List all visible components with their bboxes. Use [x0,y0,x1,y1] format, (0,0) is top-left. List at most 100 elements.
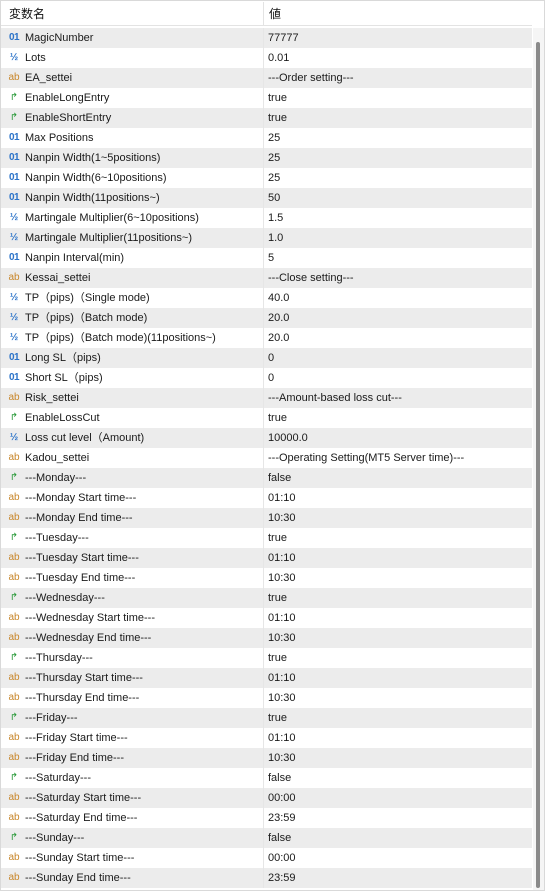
parameter-row[interactable]: ½ TP（pips)（Batch mode) 20.0 [1,308,532,328]
parameter-row[interactable]: ½ TP（pips)（Batch mode)(11positions~) 20.0 [1,328,532,348]
parameter-value-cell[interactable]: 01:10 [268,488,296,508]
parameter-row[interactable]: ↱ EnableShortEntry true [1,108,532,128]
column-divider[interactable] [263,2,264,25]
column-header-variable-name[interactable]: 変数名 [9,2,45,25]
parameter-row[interactable]: ↱ ---Monday--- false [1,468,532,488]
parameter-value-cell[interactable]: true [268,588,287,608]
parameter-row[interactable]: ↱ ---Sunday--- false [1,828,532,848]
cell-divider [263,748,264,768]
parameter-value-cell[interactable]: true [268,648,287,668]
parameter-value-cell[interactable]: 25 [268,168,280,188]
parameter-value-cell[interactable]: 01:10 [268,728,296,748]
parameter-value-cell[interactable]: 10:30 [268,688,296,708]
parameter-row[interactable]: ab ---Tuesday Start time--- 01:10 [1,548,532,568]
parameter-value-cell[interactable]: false [268,828,291,848]
parameter-value-cell[interactable]: 1.0 [268,228,283,248]
parameter-value-cell[interactable]: 10:30 [268,508,296,528]
parameter-value-cell[interactable]: 10000.0 [268,428,308,448]
vertical-scrollbar[interactable] [533,28,545,891]
parameter-value-cell[interactable]: 0 [268,348,274,368]
parameter-value-cell[interactable]: ---Operating Setting(MT5 Server time)--- [268,448,464,468]
parameter-value-cell[interactable]: 23:59 [268,868,296,888]
parameter-value-cell[interactable]: true [268,88,287,108]
parameter-value-cell[interactable]: 01:10 [268,548,296,568]
parameter-value-cell[interactable]: 10:30 [268,628,296,648]
parameter-value-cell[interactable]: 23:59 [268,808,296,828]
parameter-row[interactable]: ½ Lots 0.01 [1,48,532,68]
parameter-value-cell[interactable]: 00:00 [268,788,296,808]
parameter-value-cell[interactable]: ---Order setting--- [268,68,354,88]
parameter-value-cell[interactable]: 5 [268,248,274,268]
parameter-row[interactable]: ab ---Thursday End time--- 10:30 [1,688,532,708]
parameter-row[interactable]: ½ Martingale Multiplier(6~10positions) 1.5 [1,208,532,228]
parameter-value-cell[interactable]: ---Close setting--- [268,268,354,288]
parameter-row[interactable]: ab ---Thursday Start time--- 01:10 [1,668,532,688]
parameter-row[interactable]: ½ Martingale Multiplier(11positions~) 1.0 [1,228,532,248]
parameter-row[interactable]: ↱ ---Wednesday--- true [1,588,532,608]
parameter-row[interactable]: 01 Long SL（pips) 0 [1,348,532,368]
parameter-value-cell[interactable]: 20.0 [268,328,289,348]
parameter-row[interactable]: ab ---Monday End time--- 10:30 [1,508,532,528]
parameter-row[interactable]: 01 Max Positions 25 [1,128,532,148]
parameter-row[interactable]: ab ---Friday End time--- 10:30 [1,748,532,768]
parameter-name: EnableLossCut [25,412,100,424]
scrollbar-thumb[interactable] [536,42,540,888]
parameter-value-cell[interactable]: 10:30 [268,568,296,588]
parameter-value-cell[interactable]: 77777 [268,28,299,48]
parameter-value-cell[interactable]: 25 [268,148,280,168]
parameter-value-cell[interactable]: 01:10 [268,668,296,688]
column-header-value[interactable]: 値 [269,2,281,25]
parameter-value-cell[interactable]: 01:10 [268,608,296,628]
parameter-value-cell[interactable]: 0.01 [268,48,289,68]
parameter-name: ---Saturday End time--- [25,812,138,824]
parameter-row[interactable]: ab Risk_settei ---Amount-based loss cut--- [1,388,532,408]
parameter-row[interactable]: 01 Nanpin Interval(min) 5 [1,248,532,268]
parameter-row[interactable]: ↱ ---Thursday--- true [1,648,532,668]
parameter-row[interactable]: ab ---Monday Start time--- 01:10 [1,488,532,508]
parameter-row[interactable]: ab ---Sunday End time--- 23:59 [1,868,532,888]
parameter-row[interactable]: ab ---Wednesday End time--- 10:30 [1,628,532,648]
parameter-row[interactable]: ab ---Wednesday Start time--- 01:10 [1,608,532,628]
parameter-name: Lots [25,52,46,64]
boolean-type-icon: ↱ [9,712,19,723]
parameter-row[interactable]: ↱ EnableLossCut true [1,408,532,428]
parameter-row[interactable]: ↱ EnableLongEntry true [1,88,532,108]
parameter-value-cell[interactable]: false [268,468,291,488]
string-type-icon: ab [8,852,20,863]
parameter-value-cell[interactable]: 10:30 [268,748,296,768]
parameter-row[interactable]: ab Kessai_settei ---Close setting--- [1,268,532,288]
parameter-value-cell[interactable]: 0 [268,368,274,388]
parameter-value-cell[interactable]: 25 [268,128,280,148]
parameter-value-cell[interactable]: true [268,408,287,428]
parameter-value-cell[interactable]: 00:00 [268,848,296,868]
parameter-row[interactable]: ab Kadou_settei ---Operating Setting(MT5 S… [1,448,532,468]
parameter-row[interactable]: ab ---Friday Start time--- 01:10 [1,728,532,748]
parameter-value-cell[interactable]: 20.0 [268,308,289,328]
parameter-row[interactable]: 01 MagicNumber 77777 [1,28,532,48]
integer-type-icon: 01 [8,172,20,183]
parameter-value-cell[interactable]: ---Amount-based loss cut--- [268,388,402,408]
parameter-row[interactable]: ab ---Saturday End time--- 23:59 [1,808,532,828]
parameter-value-cell[interactable]: 50 [268,188,280,208]
parameter-row[interactable]: ab ---Tuesday End time--- 10:30 [1,568,532,588]
parameter-value-cell[interactable]: true [268,108,287,128]
parameter-row[interactable]: ½ TP（pips)（Single mode) 40.0 [1,288,532,308]
parameter-row[interactable]: 01 Nanpin Width(6~10positions) 25 [1,168,532,188]
parameter-row[interactable]: ½ Loss cut level（Amount) 10000.0 [1,428,532,448]
parameter-row[interactable]: 01 Nanpin Width(11positions~) 50 [1,188,532,208]
cell-divider [263,388,264,408]
parameter-row[interactable]: ab ---Sunday Start time--- 00:00 [1,848,532,868]
parameter-row[interactable]: 01 Nanpin Width(1~5positions) 25 [1,148,532,168]
parameter-value-cell[interactable]: 40.0 [268,288,289,308]
parameter-value-cell[interactable]: 1.5 [268,208,283,228]
parameter-value-cell[interactable]: true [268,528,287,548]
parameter-row[interactable]: ↱ ---Saturday--- false [1,768,532,788]
parameter-row[interactable]: ab EA_settei ---Order setting--- [1,68,532,88]
parameter-value-cell[interactable]: true [268,708,287,728]
parameter-row[interactable]: ↱ ---Tuesday--- true [1,528,532,548]
parameter-row[interactable]: 01 Short SL（pips) 0 [1,368,532,388]
parameter-row[interactable]: ab ---Saturday Start time--- 00:00 [1,788,532,808]
parameter-row[interactable]: ↱ ---Friday--- true [1,708,532,728]
cell-divider [263,728,264,748]
parameter-value-cell[interactable]: false [268,768,291,788]
